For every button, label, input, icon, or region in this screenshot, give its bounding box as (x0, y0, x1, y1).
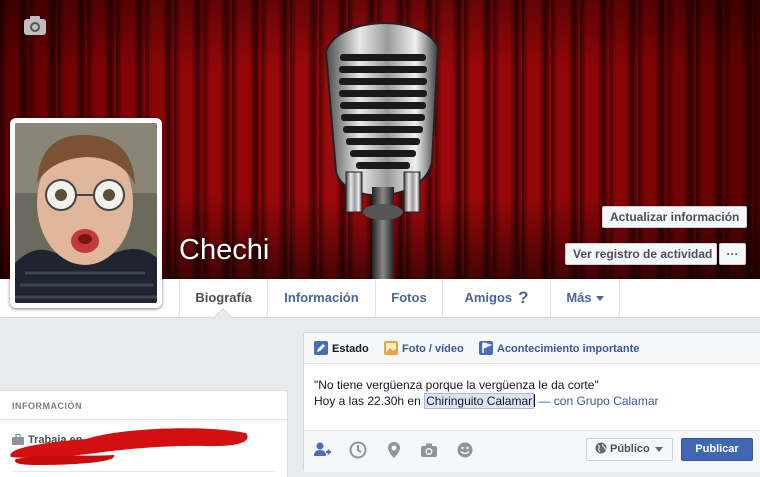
camera-icon[interactable] (419, 440, 439, 460)
tag-friends-icon[interactable] (312, 440, 332, 460)
tab-label: Información (284, 290, 359, 305)
tab-mas[interactable]: Más (550, 279, 620, 317)
tab-label: Acontecimiento importante (497, 343, 640, 355)
tab-life-event[interactable]: Acontecimiento importante (479, 341, 639, 357)
info-card: INFORMACIÓN Trabaja en (0, 390, 288, 477)
redaction-scribble (10, 428, 248, 465)
chevron-down-icon (595, 296, 604, 302)
composer-tabs: Estado Foto / vídeo Acontecimiento impor… (304, 333, 760, 364)
avatar[interactable] (10, 118, 162, 308)
tab-fotos[interactable]: Fotos (375, 279, 442, 317)
tab-label: Fotos (391, 290, 427, 305)
post-composer: Estado Foto / vídeo Acontecimiento impor… (303, 332, 760, 472)
post-textarea[interactable]: "No tiene vergüenza porque la vergüenza … (314, 377, 659, 409)
composer-footer: Público Publicar (304, 430, 760, 472)
post-quote: "No tiene vergüenza porque la vergüenza … (314, 378, 599, 392)
friend-requests-badge: ? (518, 288, 529, 307)
tab-label: Más (566, 290, 592, 305)
microphone-image (324, 22, 440, 279)
publish-button[interactable]: Publicar (681, 438, 753, 461)
info-heading: INFORMACIÓN (12, 401, 82, 411)
profile-name[interactable]: Chechi (179, 234, 269, 267)
tab-amigos[interactable]: Amigos? (442, 279, 550, 317)
pencil-icon (314, 341, 328, 355)
tab-label: Biografía (195, 290, 252, 305)
privacy-selector[interactable]: Público (586, 438, 673, 461)
privacy-label: Público (610, 443, 650, 455)
post-line2: Hoy a las 22.30h en Chiringuito Calamar … (314, 393, 659, 409)
camera-icon[interactable] (23, 14, 47, 36)
globe-icon (595, 442, 607, 454)
tab-label: Estado (332, 343, 369, 355)
place-tag[interactable]: Chiringuito Calamar (424, 393, 535, 409)
clock-icon[interactable] (348, 440, 368, 460)
update-info-button[interactable]: Actualizar información (602, 206, 748, 228)
smiley-icon[interactable] (455, 440, 475, 460)
tab-foto-video[interactable]: Foto / vídeo (384, 341, 464, 357)
activity-log-button[interactable]: Ver registro de actividad (565, 243, 717, 265)
more-options-button[interactable]: ··· (719, 243, 746, 265)
profile-photo (15, 123, 157, 303)
tab-informacion[interactable]: Información (267, 279, 375, 317)
tab-estado[interactable]: Estado (314, 341, 369, 357)
tab-label: Amigos (464, 290, 513, 305)
photo-icon (384, 341, 398, 355)
location-pin-icon[interactable] (384, 440, 404, 460)
flag-icon (479, 341, 493, 355)
chevron-down-icon (654, 446, 663, 452)
tab-label: Foto / vídeo (402, 343, 464, 355)
post-line2-prefix: Hoy a las 22.30h en (314, 394, 425, 408)
divider (12, 471, 276, 472)
tagged-with-text[interactable]: — con Grupo Calamar (535, 394, 658, 408)
